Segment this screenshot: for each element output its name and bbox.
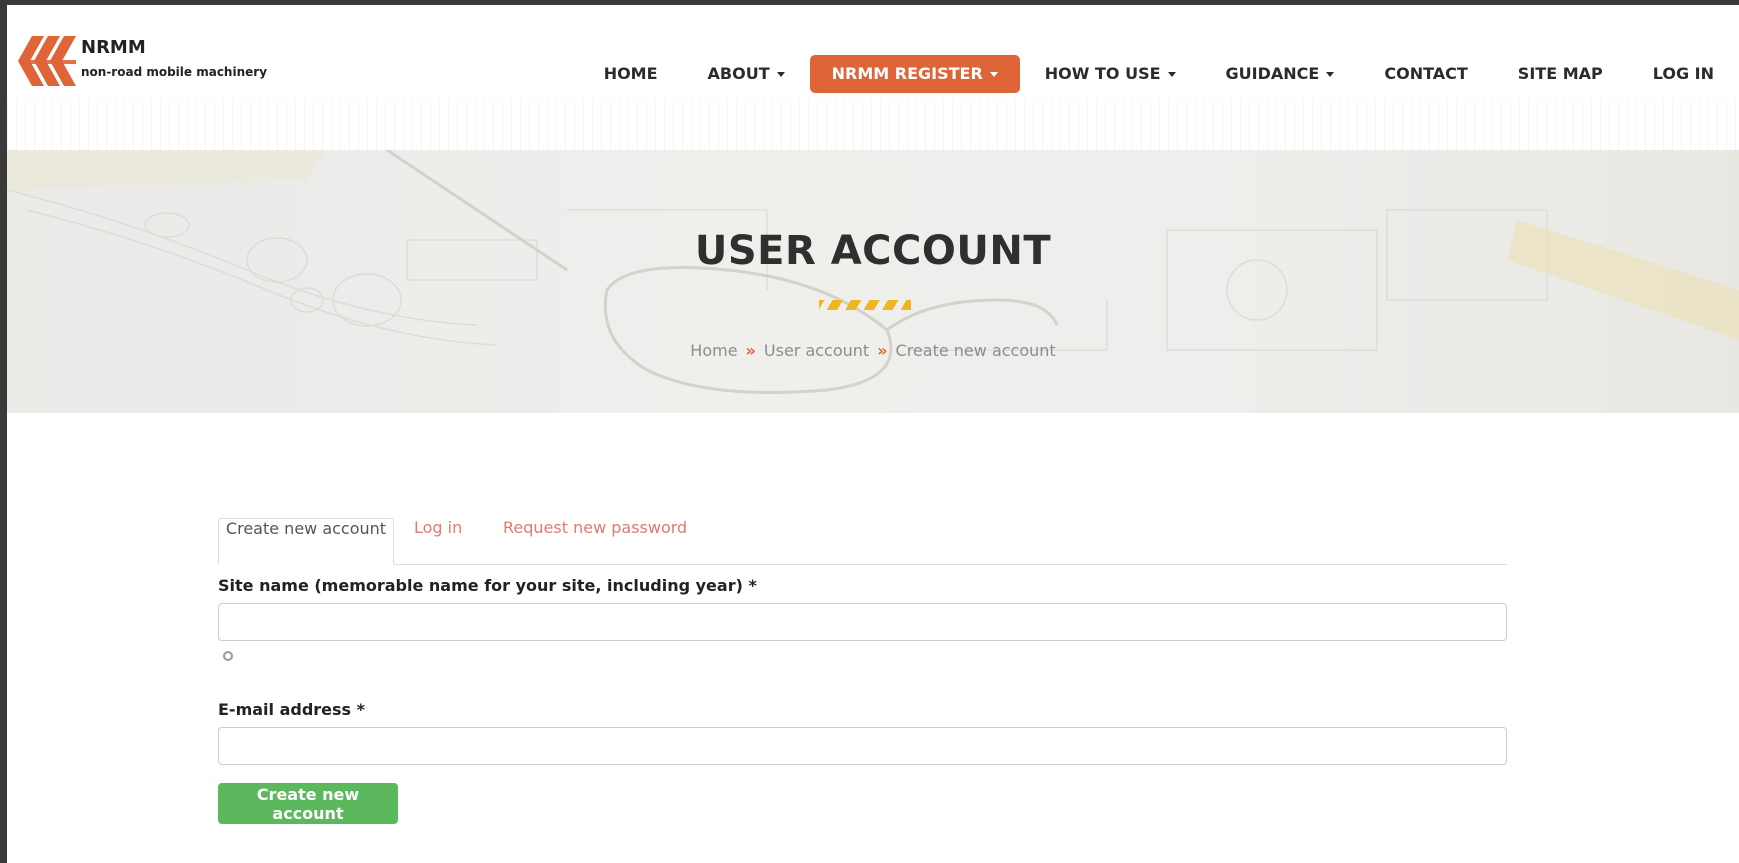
nav-how-to-use[interactable]: HOW TO USE	[1020, 55, 1201, 93]
nav-contact[interactable]: CONTACT	[1359, 55, 1492, 93]
page-title: USER ACCOUNT	[694, 228, 1052, 274]
page-banner: USER ACCOUNT Home » User account » Create ne…	[7, 150, 1739, 413]
caret-down-icon	[989, 72, 998, 77]
site-name-input[interactable]	[218, 603, 1507, 641]
breadcrumb-home[interactable]: Home	[690, 341, 737, 360]
tab-request-new-password[interactable]: Request new password	[503, 518, 687, 565]
chevron-right-icon: »	[877, 341, 888, 360]
nav-site-map[interactable]: SITE MAP	[1493, 55, 1628, 93]
decorative-stripes	[819, 300, 911, 310]
nav-home-label: HOME	[603, 64, 658, 83]
brand-subtitle: non-road mobile machinery	[81, 65, 268, 79]
page: NRMM non-road mobile machinery HOME ABOU…	[7, 5, 1739, 863]
nav-register-label: NRMM REGISTER	[831, 64, 983, 83]
breadcrumb: Home » User account » Create new account	[7, 341, 1739, 360]
nav-contact-label: CONTACT	[1384, 64, 1468, 83]
blueprint-background-image	[7, 150, 1739, 413]
account-tabs: Create new account Log in Request new pa…	[218, 518, 1507, 565]
brand-title[interactable]: NRMM	[81, 37, 146, 58]
nav-nrmm-register[interactable]: NRMM REGISTER	[809, 55, 1020, 93]
nrmm-logo-icon[interactable]	[18, 36, 78, 86]
chevron-right-icon: »	[745, 341, 756, 360]
caret-down-icon	[1167, 72, 1176, 77]
caret-down-icon	[1326, 72, 1335, 77]
caret-down-icon	[776, 72, 785, 77]
nav-guidance[interactable]: GUIDANCE	[1201, 55, 1360, 93]
nav-about-label: ABOUT	[707, 64, 770, 83]
nav-log-in[interactable]: LOG IN	[1628, 55, 1739, 93]
tab-create-new-account[interactable]: Create new account	[218, 518, 394, 565]
site-header: NRMM non-road mobile machinery HOME ABOU…	[7, 5, 1739, 150]
breadcrumb-current: Create new account	[895, 341, 1056, 360]
breadcrumb-user-account[interactable]: User account	[764, 341, 869, 360]
nav-how-to-use-label: HOW TO USE	[1044, 64, 1161, 83]
nav-guidance-label: GUIDANCE	[1225, 64, 1320, 83]
nav-log-in-label: LOG IN	[1652, 64, 1714, 83]
site-name-label: Site name (memorable name for your site,…	[218, 576, 757, 595]
tab-log-in[interactable]: Log in	[414, 518, 462, 565]
email-label: E-mail address *	[218, 700, 366, 719]
create-account-button[interactable]: Create new account	[218, 783, 398, 824]
main-nav: HOME ABOUT NRMM REGISTER HOW TO USE GUID…	[579, 55, 1739, 93]
nav-about[interactable]: ABOUT	[683, 55, 810, 93]
field-indicator-icon	[223, 651, 233, 661]
email-input[interactable]	[218, 727, 1507, 765]
nav-site-map-label: SITE MAP	[1517, 64, 1603, 83]
nav-home[interactable]: HOME	[579, 55, 683, 93]
